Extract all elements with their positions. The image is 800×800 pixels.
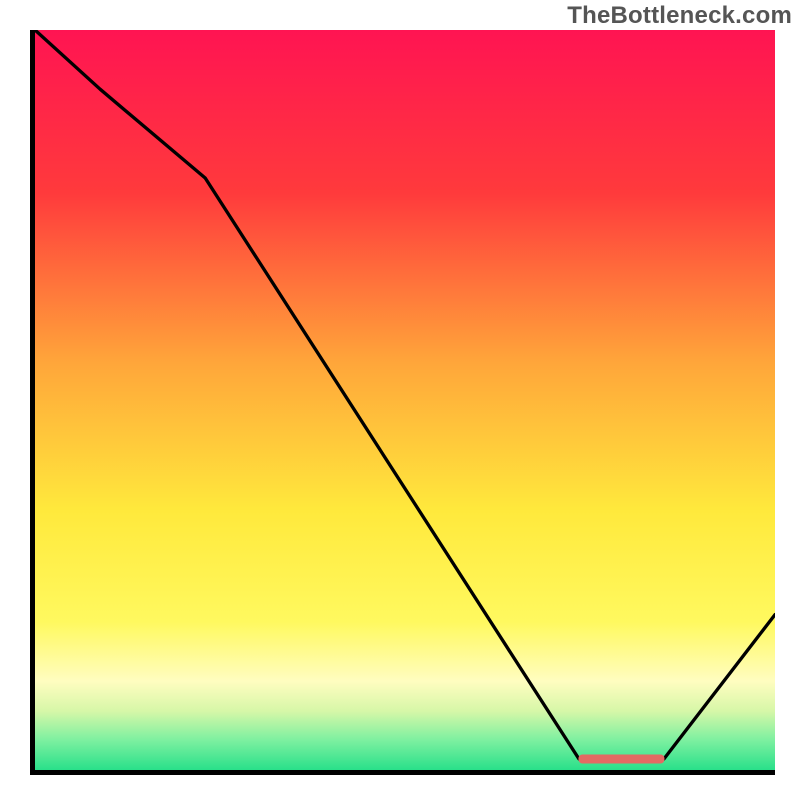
chart-stage: TheBottleneck.com: [0, 0, 800, 800]
gradient-rect: [35, 30, 775, 770]
plot-area: [35, 30, 775, 770]
watermark-text: TheBottleneck.com: [567, 2, 792, 30]
heat-gradient-background: [35, 30, 775, 770]
plot-frame: [30, 30, 775, 775]
optimal-zone-marker: [579, 754, 664, 763]
